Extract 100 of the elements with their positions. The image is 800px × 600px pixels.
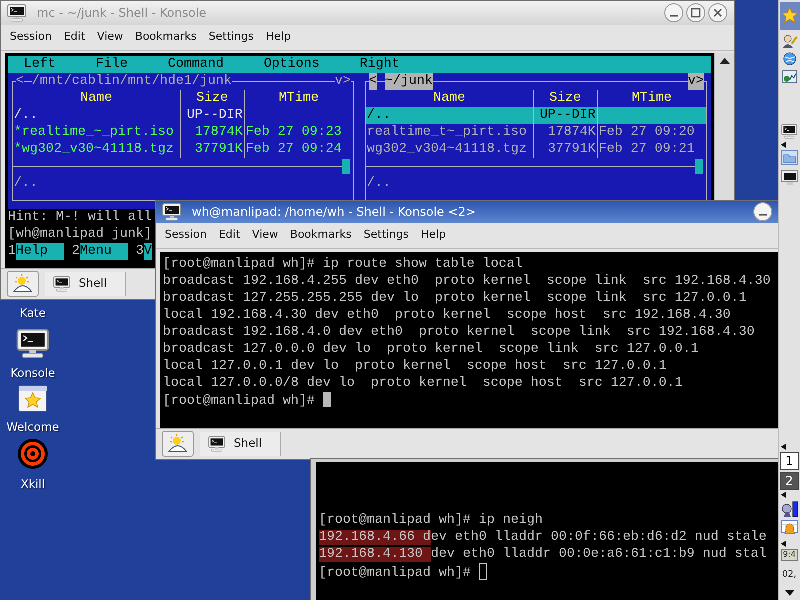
session-tab[interactable]: Shell (200, 432, 282, 456)
monitor-icon[interactable] (780, 170, 798, 186)
down-arrow-icon[interactable] (784, 590, 794, 596)
file-row[interactable]: wg302_v304~41118.tgz 37791K Feb 27 09:21 (366, 140, 706, 158)
window-title: wh@manlipad: /home/wh - Shell - Konsole <2> (192, 204, 476, 221)
arrow-icon[interactable] (781, 444, 786, 450)
hint-text: Hint: M-! will all (8, 210, 152, 224)
date-text: 02, (782, 568, 797, 582)
user-icon[interactable] (782, 34, 798, 48)
file-time: Feb 27 09:23 (244, 124, 343, 140)
terminal-line: local 127.0.0.1 dev lo proto kernel scope host src 127.0.0.1 (163, 358, 668, 374)
menu-item[interactable]: Help (261, 28, 296, 46)
file-row[interactable]: *wg302_v30~41118.tgz 37791K Feb 27 09:24 (13, 140, 353, 158)
monitor-icon (53, 276, 71, 292)
scrollbar[interactable] (714, 52, 734, 200)
file-time: Feb 27 09:21 (598, 140, 696, 158)
panel-path: /mnt/cablin/mnt/hde1/junk (32, 72, 232, 90)
desktop-pager-button[interactable]: 2 (780, 472, 799, 490)
scroll-indicator (695, 158, 703, 174)
menu-item[interactable]: Session (5, 28, 57, 46)
status-path: /.. (367, 174, 391, 192)
star-window-icon[interactable] (18, 385, 48, 413)
globe-icon[interactable] (782, 51, 798, 67)
mc-menu-item[interactable]: Command (168, 56, 224, 72)
menu-item[interactable]: Help (416, 226, 452, 244)
shell-prompt: [wh@manlipad junk] (8, 226, 152, 242)
function-key[interactable]: Help (16, 242, 64, 260)
monitor-icon[interactable] (781, 124, 798, 139)
terminal-line: local 192.168.4.30 dev eth0 proto kernel scope host src 192.168.4.30 (163, 306, 732, 324)
network-icon[interactable] (780, 500, 798, 518)
column-header[interactable]: MTime (598, 90, 706, 106)
file-size: UP--DIR (534, 106, 598, 124)
maximize-button[interactable] (686, 3, 706, 23)
mc-menu-item[interactable]: Options (264, 56, 320, 72)
menu-item[interactable]: View (247, 226, 284, 244)
icon-label[interactable]: Welcome (6, 419, 60, 436)
terminal-prompt: [root@manlipad wh]# (319, 563, 776, 582)
function-key[interactable]: Menu (80, 242, 128, 260)
mc-menu-item[interactable]: File (96, 56, 128, 72)
terminal-line: broadcast 192.168.4.0 dev eth0 proto kernel scope link src 192.168.4.30 (163, 324, 756, 340)
arrow-icon[interactable] (781, 492, 786, 498)
function-key-number: 1 (8, 242, 16, 260)
menu-item[interactable]: Bookmarks (130, 28, 202, 46)
menu-item[interactable]: Settings (358, 226, 414, 244)
terminal-line: [root@manlipad wh]# ip neigh (319, 512, 544, 529)
monitor-icon (162, 203, 182, 221)
chart-icon[interactable] (782, 70, 798, 84)
session-tab[interactable]: Shell (45, 272, 126, 296)
desktop-pager-button[interactable]: 1 (780, 452, 799, 470)
clock-text[interactable]: 9:4 (781, 548, 798, 560)
target-icon[interactable] (17, 438, 49, 470)
monitor-icon (7, 4, 27, 22)
file-time: Feb 27 09:20 (598, 124, 696, 140)
menu-item[interactable]: Bookmarks (285, 226, 357, 244)
column-header[interactable]: Name (13, 90, 181, 106)
file-size: 17874K (534, 124, 598, 140)
menu-item[interactable]: Edit (58, 28, 90, 46)
terminal-icon[interactable] (16, 328, 50, 359)
file-name: /.. (13, 106, 181, 124)
column-header[interactable]: MTime (244, 90, 353, 106)
monitor-icon (208, 436, 226, 452)
column-header[interactable]: Size (180, 90, 245, 106)
file-row[interactable]: realtime_t~_pirt.iso 17874K Feb 27 09:20 (366, 124, 706, 140)
terminal-line: 192.168.4.66 dev eth0 lladdr 00:0f:66:eb:d6:d2 nud stale (319, 529, 768, 546)
menu-item[interactable]: Settings (204, 28, 259, 46)
scroll-indicator (342, 158, 350, 174)
mc-menu-item[interactable]: Left (24, 56, 56, 72)
terminal-line: 192.168.4.130 dev eth0 lladdr 00:0e:a6:61:c1:b9 nud stal (319, 546, 768, 563)
arrow-icon[interactable] (781, 142, 786, 148)
sunrise-icon (167, 434, 189, 454)
terminal-line: broadcast 127.255.255.255 dev lo proto kernel scope link src 127.0.0.1 (163, 290, 748, 306)
arrow-icon[interactable] (781, 540, 786, 546)
close-button[interactable] (708, 3, 728, 23)
file-name: *realtime_~_pirt.iso (13, 124, 181, 140)
file-row[interactable]: *realtime_~_pirt.iso 17874K Feb 27 09:23 (13, 124, 353, 140)
file-name: /.. (366, 106, 534, 124)
window-title: mc - ~/junk - Shell - Konsole (37, 5, 207, 22)
icon-label[interactable]: Kate (20, 305, 46, 322)
file-row[interactable]: /.. UP--DIR (366, 106, 706, 124)
file-row[interactable]: /.. UP--DIR (13, 106, 353, 124)
menu-item[interactable]: Edit (214, 226, 246, 244)
icon-label[interactable]: Konsole (10, 365, 56, 382)
new-session-button[interactable] (7, 271, 39, 297)
mc-menu-item[interactable]: Right (360, 56, 400, 72)
file-size: UP--DIR (180, 106, 245, 124)
file-size: 17874K (180, 124, 245, 140)
menu-item[interactable]: Session (160, 226, 212, 244)
minimize-button[interactable] (753, 202, 773, 222)
function-key-number: 3 (136, 242, 144, 260)
menu-item[interactable]: View (92, 28, 128, 46)
status-path: /.. (14, 174, 38, 192)
up-arrow-icon[interactable] (720, 56, 730, 64)
function-key[interactable]: V (144, 242, 152, 260)
sunrise-icon (12, 274, 34, 294)
bell-icon[interactable] (780, 520, 798, 538)
file-name: realtime_t~_pirt.iso (366, 124, 534, 140)
file-size: 37791K (180, 140, 245, 158)
panel-path: ~/junk (384, 72, 433, 90)
new-session-button[interactable] (162, 431, 194, 457)
icon-label[interactable]: Xkill (20, 476, 46, 494)
